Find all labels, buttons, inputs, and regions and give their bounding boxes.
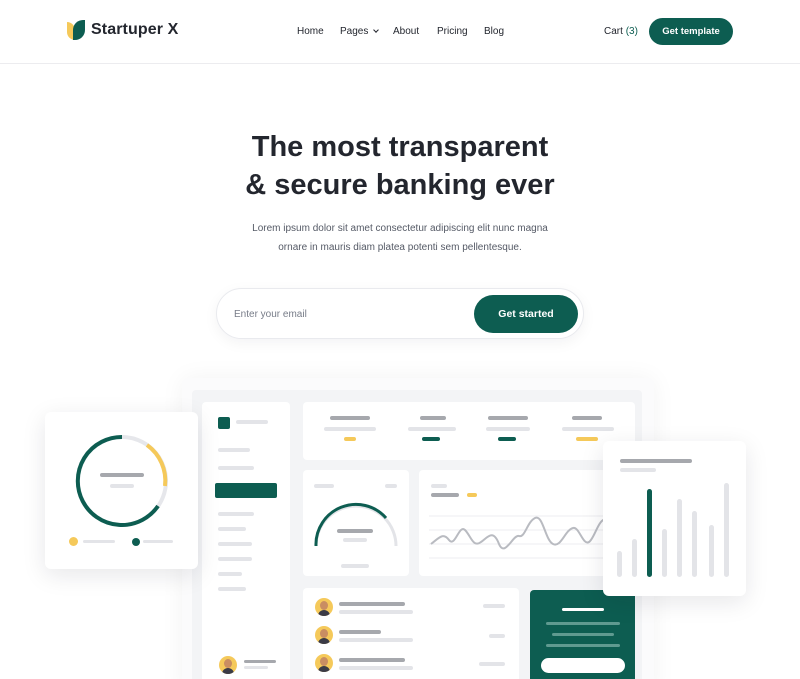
mock-sidebar-line: [218, 512, 254, 516]
mock-promo-line: [546, 644, 620, 647]
hero-subtitle-line-2: ornare in mauris diam platea potenti sem…: [278, 242, 522, 253]
donut-segment-green: [75, 434, 160, 527]
mock-transaction-subtitle: [339, 666, 413, 670]
bar-chart-subtitle: [620, 468, 656, 472]
mock-sidebar-active-item: [215, 483, 277, 498]
hero-subtitle-line-1: Lorem ipsum dolor sit amet consectetur a…: [252, 223, 548, 234]
email-input[interactable]: [234, 304, 454, 324]
mock-transactions-card: [303, 588, 519, 679]
mock-transaction-subtitle: [339, 610, 413, 614]
mock-stat-label: [488, 416, 528, 420]
legend-dot-yellow: [69, 537, 78, 546]
donut-value: [100, 473, 144, 477]
cart-count: (3): [625, 26, 638, 37]
mock-line-chart-badge: [467, 493, 477, 497]
donut-caption: [110, 484, 134, 488]
mock-stat-line: [324, 427, 376, 431]
mock-sidebar-line: [218, 527, 246, 531]
mock-sidebar: [202, 402, 290, 679]
mock-sidebar-line: [218, 542, 252, 546]
brand-name: Startuper X: [91, 21, 179, 38]
mock-stat-line: [408, 427, 456, 431]
top-navbar: Startuper X Home Pages About Pricing Blo…: [0, 0, 800, 64]
donut-chart: [75, 434, 168, 527]
mock-stat-badge: [344, 437, 356, 441]
mock-sidebar-line: [218, 448, 250, 452]
mock-transaction-title: [339, 658, 405, 662]
mock-gauge-menu: [385, 484, 397, 488]
logo-icon: [67, 20, 85, 40]
line-chart: [429, 515, 629, 559]
mock-transaction-title: [339, 602, 405, 606]
get-started-button[interactable]: Get started: [474, 295, 578, 333]
legend-dot-green: [132, 538, 140, 546]
nav-link-blog[interactable]: Blog: [484, 26, 504, 37]
nav-link-pages-label: Pages: [340, 26, 369, 37]
mock-transaction-amount: [489, 634, 505, 638]
avatar: [315, 654, 333, 672]
legend-label: [143, 540, 173, 543]
mock-promo-button: [541, 658, 625, 673]
mock-sidebar-title: [236, 420, 268, 424]
mock-line-chart-label: [431, 484, 447, 488]
mock-sidebar-logo: [218, 417, 230, 429]
chevron-down-icon: [373, 27, 380, 33]
mock-promo-card: [530, 590, 635, 679]
mock-sidebar-line: [218, 572, 242, 576]
avatar: [315, 626, 333, 644]
avatar: [219, 656, 237, 674]
mock-sidebar-user-name: [244, 660, 276, 663]
mock-gauge-card: [303, 470, 409, 576]
dashboard-illustration: [192, 390, 642, 679]
mock-stat-label: [420, 416, 446, 420]
nav-link-pages[interactable]: Pages: [340, 26, 380, 37]
brand-logo[interactable]: Startuper X: [67, 20, 178, 40]
mock-line-chart-title: [431, 493, 459, 497]
mock-transaction-title: [339, 630, 381, 634]
mock-transaction-amount: [479, 662, 505, 666]
mock-stat-line: [562, 427, 614, 431]
mock-stat-label: [572, 416, 602, 420]
nav-link-about[interactable]: About: [393, 26, 419, 37]
avatar: [315, 598, 333, 616]
mock-stat-badge: [498, 437, 516, 441]
mock-sidebar-line: [218, 587, 246, 591]
floating-bar-chart-card: [603, 441, 746, 596]
cart-link[interactable]: Cart (3): [604, 26, 638, 37]
get-template-button[interactable]: Get template: [649, 18, 733, 45]
bar-chart-title: [620, 459, 692, 463]
mock-stat-line: [486, 427, 530, 431]
mock-stat-label: [330, 416, 370, 420]
mock-stats-row: [303, 402, 635, 460]
mock-sidebar-user-role: [244, 666, 268, 669]
hero-title: The most transparent & secure banking ev…: [200, 128, 600, 204]
cart-label: Cart: [604, 26, 623, 37]
donut-segment-yellow: [145, 443, 168, 487]
mock-gauge-footer: [341, 564, 369, 568]
mock-gauge-label: [314, 484, 334, 488]
mock-promo-title: [562, 608, 604, 611]
mock-stat-badge: [422, 437, 440, 441]
nav-link-home[interactable]: Home: [297, 26, 324, 37]
mock-promo-line: [546, 622, 620, 625]
mock-stat-badge: [576, 437, 598, 441]
email-signup-form: Get started: [216, 288, 584, 339]
mock-promo-line: [552, 633, 614, 636]
nav-link-pricing[interactable]: Pricing: [437, 26, 468, 37]
bar-chart: [617, 483, 729, 577]
mock-sidebar-line: [218, 557, 252, 561]
hero-title-line-2: & secure banking ever: [245, 169, 555, 201]
mock-gauge-caption: [343, 538, 367, 542]
mock-gauge-value: [337, 529, 373, 533]
hero-subtitle: Lorem ipsum dolor sit amet consectetur a…: [230, 219, 570, 257]
mock-transaction-subtitle: [339, 638, 413, 642]
legend-label: [83, 540, 115, 543]
hero-title-line-1: The most transparent: [251, 131, 549, 163]
mock-sidebar-line: [218, 466, 254, 470]
floating-donut-card: [45, 412, 198, 569]
mock-transaction-amount: [483, 604, 505, 608]
